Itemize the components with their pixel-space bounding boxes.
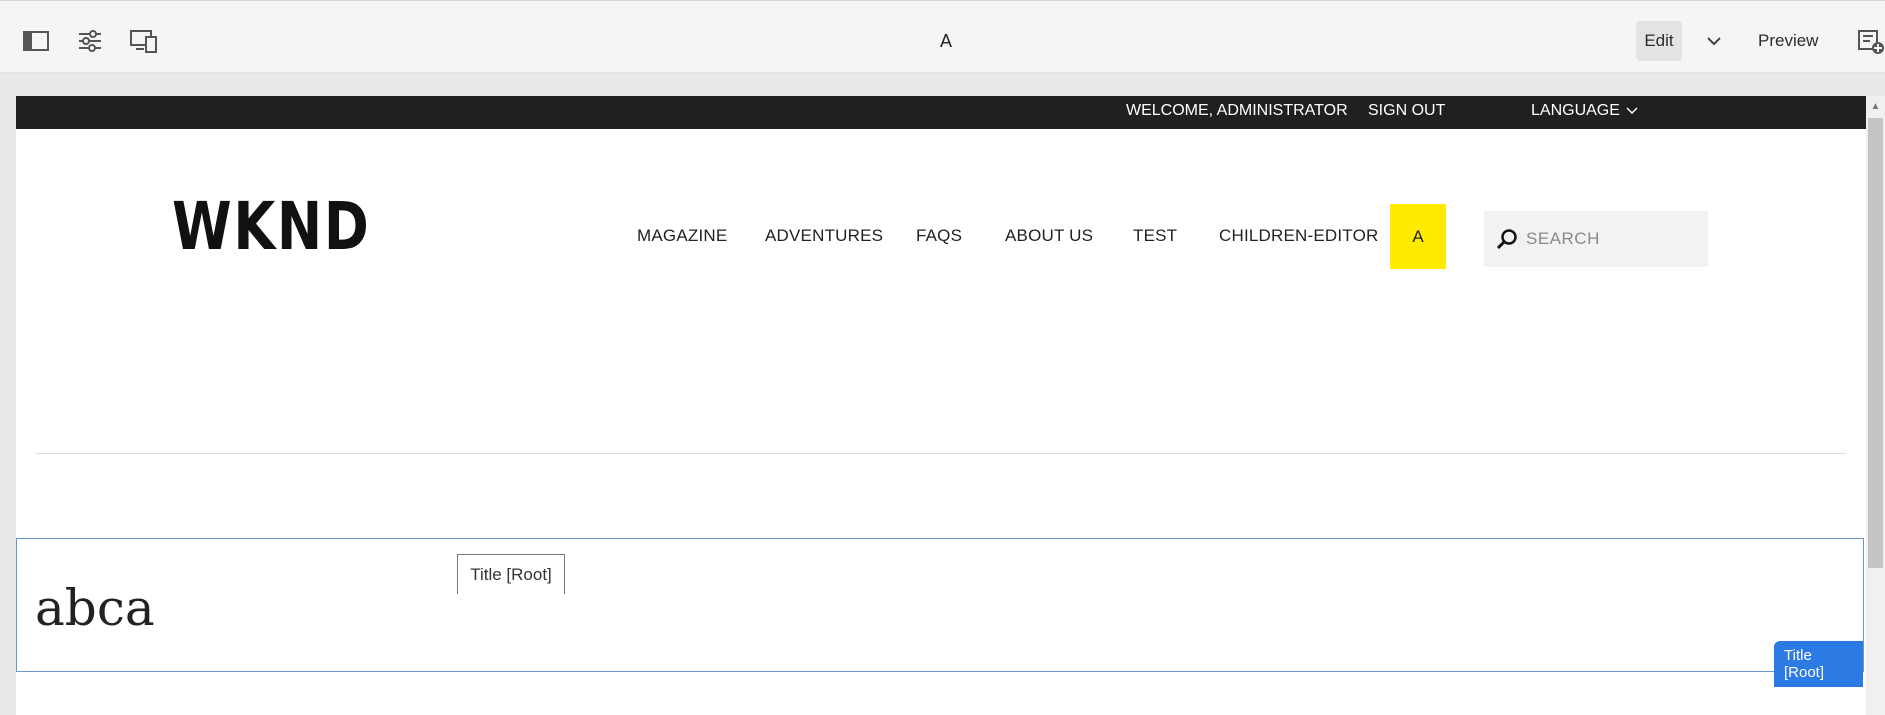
chevron-down-icon — [1626, 106, 1638, 118]
emulator-icon[interactable] — [130, 27, 158, 55]
search-placeholder: SEARCH — [1526, 229, 1600, 248]
nav-item-about-us[interactable]: ABOUT US — [1005, 226, 1093, 246]
page-title: abca — [35, 579, 155, 637]
search-input[interactable]: SEARCH — [1484, 211, 1708, 267]
nav-item-faqs[interactable]: FAQS — [916, 226, 962, 246]
annotations-icon[interactable] — [1858, 29, 1884, 60]
preview-mode-button[interactable]: Preview — [1758, 31, 1818, 51]
side-panel-icon[interactable] — [22, 27, 50, 55]
scroll-up-arrow-icon[interactable]: ▲ — [1866, 96, 1885, 116]
header-divider — [36, 453, 1846, 454]
language-label: LANGUAGE — [1531, 102, 1620, 119]
page-name: A — [940, 31, 953, 51]
nav-item-children-editor[interactable]: CHILDREN-EDITOR — [1219, 226, 1378, 246]
sign-out-link[interactable]: SIGN OUT — [1368, 102, 1445, 120]
nav-item-magazine[interactable]: MAGAZINE — [637, 226, 727, 246]
search-icon — [1496, 228, 1518, 250]
page-frame: WELCOME, ADMINISTRATOR SIGN OUT LANGUAGE… — [16, 96, 1866, 715]
title-component[interactable]: abca Title [Root] — [16, 538, 1864, 687]
scrollbar-thumb[interactable] — [1868, 118, 1883, 568]
edit-mode-button[interactable]: Edit — [1636, 21, 1682, 61]
nav-item-test[interactable]: TEST — [1133, 226, 1177, 246]
nav-item-adventures[interactable]: ADVENTURES — [765, 226, 883, 246]
chevron-down-icon[interactable] — [1704, 29, 1724, 53]
scrollbar[interactable]: ▲ — [1866, 96, 1885, 715]
site-topbar: WELCOME, ADMINISTRATOR SIGN OUT LANGUAGE — [16, 96, 1866, 129]
language-selector[interactable]: LANGUAGE — [1531, 102, 1638, 120]
site-logo[interactable]: WKND — [172, 194, 370, 260]
component-hover-label: Title [Root] — [457, 554, 565, 594]
welcome-text: WELCOME, ADMINISTRATOR — [1126, 102, 1348, 119]
editor-toolbar: A Edit Preview — [0, 0, 1885, 73]
nav-item-active[interactable]: A — [1390, 204, 1446, 269]
page-properties-icon[interactable] — [76, 27, 104, 55]
component-tag[interactable]: Title [Root] — [1774, 641, 1863, 687]
